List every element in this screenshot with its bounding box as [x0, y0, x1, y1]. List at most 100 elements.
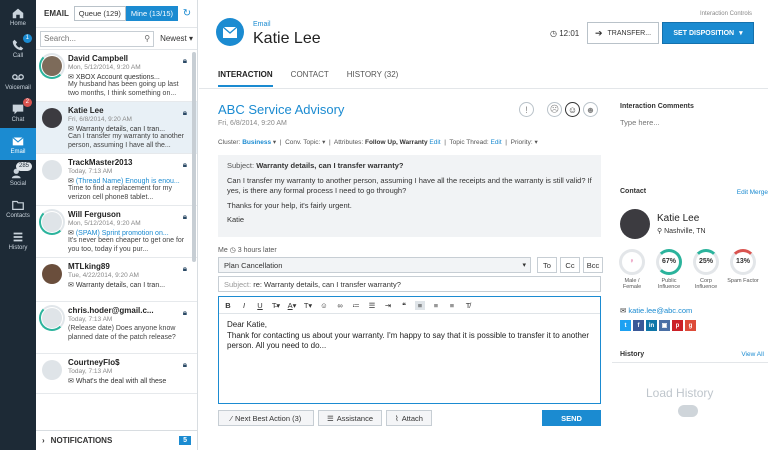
next-best-action-button[interactable]: ⁄ Next Best Action (3): [218, 410, 314, 426]
contact-gauges: ♀ Male / Female 67% Public Influence 25% Co…: [616, 249, 759, 290]
envelope-icon: ✉: [68, 378, 74, 385]
set-disposition-button[interactable]: SET DISPOSITION ▾: [662, 22, 754, 44]
info-icon[interactable]: !: [519, 102, 534, 117]
happy-face-icon[interactable]: ☻: [583, 102, 598, 117]
align-left-icon[interactable]: ≡: [415, 300, 425, 310]
search-input[interactable]: [44, 34, 126, 43]
list-item-selected[interactable]: Katie Lee Fri, 6/8/2014, 9:20 AM ✉ Warra…: [36, 102, 197, 154]
disposition-label: SET DISPOSITION: [673, 29, 735, 37]
highlight-icon[interactable]: T▾: [303, 301, 313, 310]
link-icon[interactable]: ∞: [335, 301, 345, 310]
twitter-icon[interactable]: t: [620, 320, 631, 331]
nav-voicemail[interactable]: Voicemail: [0, 64, 36, 96]
search-icon[interactable]: ⚲: [144, 34, 150, 43]
notifications-bar[interactable]: › NOTIFICATIONS 5: [36, 430, 197, 450]
item-name: Will Ferguson: [68, 210, 121, 219]
contact-merge-link[interactable]: Merge: [750, 189, 768, 196]
item-preview: It's never been cheaper to get one for y…: [68, 237, 185, 253]
item-name: David Campbell: [68, 54, 129, 63]
google-plus-icon[interactable]: g: [685, 320, 696, 331]
history-header: History View All: [612, 351, 768, 363]
editor-body[interactable]: Dear Katie, Thank for contacting us abou…: [219, 314, 600, 358]
reply-subject-value: re: Warranty details, can I transfer war…: [253, 280, 401, 289]
font-size-icon[interactable]: T̶▾: [271, 301, 281, 310]
list-icon: ☰: [326, 413, 334, 423]
nav-email-label: Email: [10, 148, 26, 155]
nav-home[interactable]: Home: [0, 0, 36, 32]
to-button[interactable]: To: [537, 257, 557, 273]
wand-icon: ⁄: [230, 413, 232, 423]
underline-icon[interactable]: U: [255, 301, 265, 310]
item-subject-text: (Thread Name) Enough is enou...: [75, 178, 180, 185]
nav-social[interactable]: 285 Social: [0, 160, 36, 192]
conv-topic-label[interactable]: Conv. Topic:: [285, 139, 320, 146]
cloud-download-icon[interactable]: [678, 405, 698, 417]
mine-tab[interactable]: Mine (13/15): [125, 6, 178, 21]
attributes-edit-link[interactable]: Edit: [429, 139, 440, 146]
list-item[interactable]: Will Ferguson Mon, 5/12/2014, 9:20 AM ✉ …: [36, 206, 197, 258]
gender-icon: ♀: [619, 249, 645, 275]
nav-social-label: Social: [9, 180, 27, 187]
reply-subject-field[interactable]: Subject: re: Warranty details, can I tra…: [218, 276, 601, 292]
indent-icon[interactable]: ⇥: [383, 301, 393, 310]
sad-face-icon[interactable]: ☹: [547, 102, 562, 117]
bold-icon[interactable]: B: [223, 301, 233, 310]
tab-history[interactable]: HISTORY (32): [347, 70, 399, 87]
cluster-value[interactable]: Business: [242, 139, 271, 146]
cc-button[interactable]: Cc: [560, 257, 580, 273]
reply-editor[interactable]: B I U T̶▾ A▾ T▾ ☺ ∞ ≔ ☰ ⇥ ❝ ≡ ≡ ≡ T̸ Dea…: [218, 296, 601, 404]
neutral-face-icon[interactable]: ☺: [565, 102, 580, 117]
sort-dropdown[interactable]: Newest ▾: [160, 34, 193, 43]
clear-format-icon[interactable]: T̸: [463, 301, 473, 310]
tab-contact[interactable]: CONTACT: [291, 70, 329, 87]
topic-thread-edit-link[interactable]: Edit: [490, 139, 501, 146]
quote-icon[interactable]: ❝: [399, 301, 409, 310]
view-all-link[interactable]: View All: [741, 351, 764, 358]
italic-icon[interactable]: I: [239, 301, 249, 310]
linkedin-icon[interactable]: in: [646, 320, 657, 331]
transfer-button[interactable]: ➔ TRANSFER...: [587, 22, 659, 44]
contact-email[interactable]: ✉ katie.lee@abc.com: [620, 306, 692, 315]
sort-label: Newest: [160, 34, 187, 43]
send-button[interactable]: SEND: [542, 410, 601, 426]
bullet-list-icon[interactable]: ☰: [367, 301, 377, 310]
list-item[interactable]: David Campbell Mon, 5/12/2014, 9:20 AM ✉…: [36, 50, 197, 102]
bcc-button[interactable]: Bcc: [583, 257, 603, 273]
reply-time: 3 hours later: [237, 247, 277, 254]
interaction-controls-label: Interaction Controls: [699, 11, 752, 17]
timer-value: 12:01: [559, 29, 580, 38]
comments-input[interactable]: [620, 115, 760, 129]
numbered-list-icon[interactable]: ≔: [351, 301, 361, 310]
tab-interaction[interactable]: INTERACTION: [218, 70, 273, 87]
refresh-icon[interactable]: ↻: [181, 8, 193, 20]
nav-call[interactable]: 1 Call: [0, 32, 36, 64]
channel-label: Email: [253, 21, 271, 28]
priority-label[interactable]: Priority:: [511, 139, 533, 146]
nav-chat[interactable]: 2 Chat: [0, 96, 36, 128]
emoji-icon[interactable]: ☺: [319, 301, 329, 310]
nav-call-badge: 1: [22, 34, 32, 43]
queue-tab[interactable]: Queue (129): [73, 6, 126, 21]
list-scrollbar[interactable]: [192, 52, 196, 262]
list-item[interactable]: TrackMaster2013 Today, 7:13 AM ✉ (Thread…: [36, 154, 197, 206]
list-item[interactable]: MTLking89 Tue, 4/22/2014, 9:20 AM ✉ Warr…: [36, 258, 197, 302]
nav-history[interactable]: History: [0, 224, 36, 256]
gauge-label: Corp Influence: [694, 278, 718, 290]
pinterest-icon[interactable]: p: [672, 320, 683, 331]
align-right-icon[interactable]: ≡: [447, 301, 457, 310]
list-item[interactable]: chris.hoder@gmail.c... Today, 7:13 AM (R…: [36, 302, 197, 354]
align-center-icon[interactable]: ≡: [431, 301, 441, 310]
font-color-icon[interactable]: A▾: [287, 301, 297, 310]
list-item[interactable]: CourtneyFlo$ Today, 7:13 AM ✉ What's the…: [36, 354, 197, 394]
attach-button[interactable]: ⌇ Attach: [386, 410, 432, 426]
nav-email[interactable]: Email: [0, 128, 36, 160]
load-history-button[interactable]: Load History: [646, 386, 713, 400]
flickr-icon[interactable]: ▣: [659, 320, 670, 331]
contact-edit-link[interactable]: Edit: [737, 189, 748, 196]
canned-response-dropdown[interactable]: Plan Cancellation ▾: [218, 257, 531, 273]
facebook-icon[interactable]: f: [633, 320, 644, 331]
nav-voicemail-label: Voicemail: [5, 84, 31, 91]
envelope-icon: ✉: [68, 126, 74, 133]
nav-contacts[interactable]: Contacts: [0, 192, 36, 224]
assistance-button[interactable]: ☰ Assistance: [318, 410, 382, 426]
